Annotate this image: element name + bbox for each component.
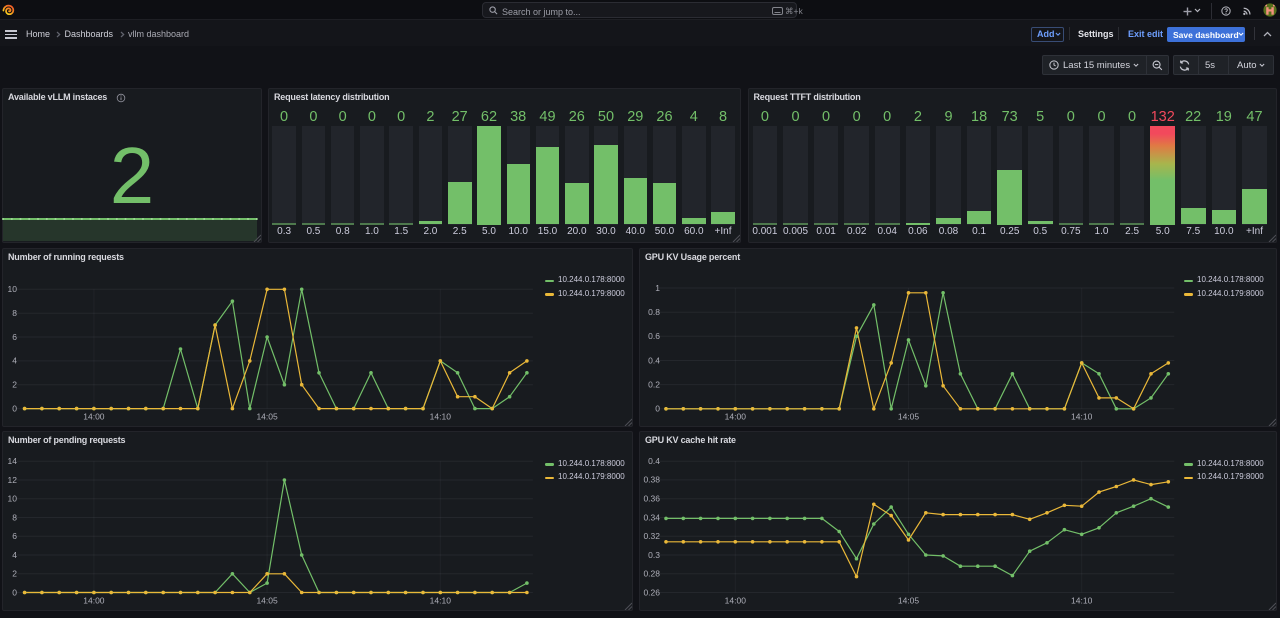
- svg-text:0.2: 0.2: [648, 379, 660, 389]
- svg-text:2: 2: [12, 380, 17, 390]
- svg-text:4: 4: [12, 356, 17, 366]
- svg-text:2: 2: [12, 569, 17, 579]
- svg-text:0.3: 0.3: [648, 550, 660, 560]
- svg-text:8: 8: [12, 308, 17, 318]
- svg-text:0.4: 0.4: [648, 355, 660, 365]
- svg-text:10: 10: [8, 284, 18, 294]
- svg-text:0.6: 0.6: [648, 331, 660, 341]
- svg-text:0.36: 0.36: [643, 494, 660, 504]
- svg-text:0.38: 0.38: [643, 475, 660, 485]
- svg-text:14:10: 14:10: [430, 596, 452, 606]
- svg-text:12: 12: [8, 475, 18, 485]
- svg-text:0: 0: [12, 587, 17, 597]
- svg-text:0.26: 0.26: [643, 587, 660, 597]
- svg-text:4: 4: [12, 550, 17, 560]
- svg-text:0.4: 0.4: [648, 456, 660, 466]
- svg-text:14:05: 14:05: [898, 596, 920, 606]
- svg-text:14:00: 14:00: [725, 596, 747, 606]
- svg-text:0: 0: [12, 403, 17, 413]
- svg-text:0.32: 0.32: [643, 531, 660, 541]
- svg-text:6: 6: [12, 531, 17, 541]
- svg-text:14:05: 14:05: [256, 412, 278, 422]
- svg-text:0.34: 0.34: [643, 512, 660, 522]
- svg-text:0.28: 0.28: [643, 569, 660, 579]
- svg-text:14:00: 14:00: [725, 412, 747, 422]
- svg-text:0: 0: [655, 404, 660, 414]
- svg-text:14:10: 14:10: [1071, 596, 1093, 606]
- svg-text:14:10: 14:10: [1071, 412, 1093, 422]
- svg-text:8: 8: [12, 512, 17, 522]
- svg-text:14: 14: [8, 456, 18, 466]
- svg-text:0.8: 0.8: [648, 307, 660, 317]
- svg-text:14:10: 14:10: [430, 412, 452, 422]
- svg-text:14:05: 14:05: [898, 412, 920, 422]
- svg-text:14:05: 14:05: [256, 596, 278, 606]
- svg-text:1: 1: [655, 283, 660, 293]
- svg-text:14:00: 14:00: [83, 596, 105, 606]
- svg-text:14:00: 14:00: [83, 412, 105, 422]
- svg-text:6: 6: [12, 332, 17, 342]
- svg-text:10: 10: [8, 494, 18, 504]
